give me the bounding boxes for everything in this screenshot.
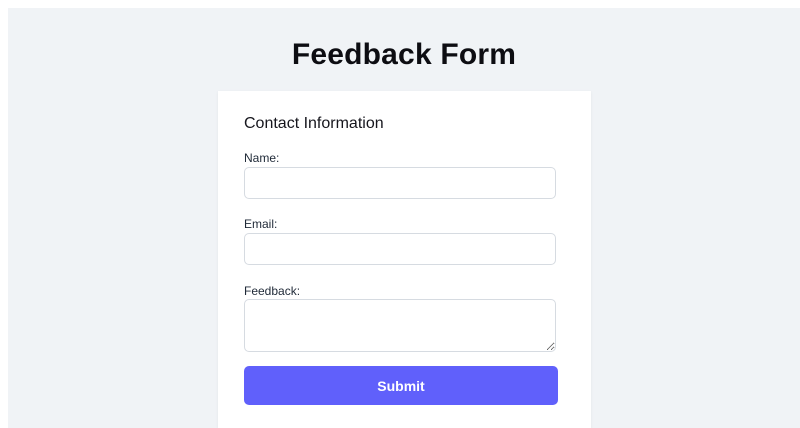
email-input[interactable]	[244, 233, 556, 265]
feedback-textarea[interactable]	[244, 299, 556, 352]
page-background: Feedback Form Contact Information Name: …	[8, 8, 800, 428]
submit-button[interactable]: Submit	[244, 366, 558, 405]
name-label: Name:	[244, 151, 280, 165]
feedback-form-card: Contact Information Name: Email: Feedbac…	[218, 91, 591, 428]
email-label: Email:	[244, 217, 278, 231]
page-title: Feedback Form	[291, 38, 517, 71]
name-input[interactable]	[244, 167, 556, 199]
section-title: Contact Information	[244, 115, 384, 132]
feedback-label: Feedback:	[244, 284, 301, 298]
